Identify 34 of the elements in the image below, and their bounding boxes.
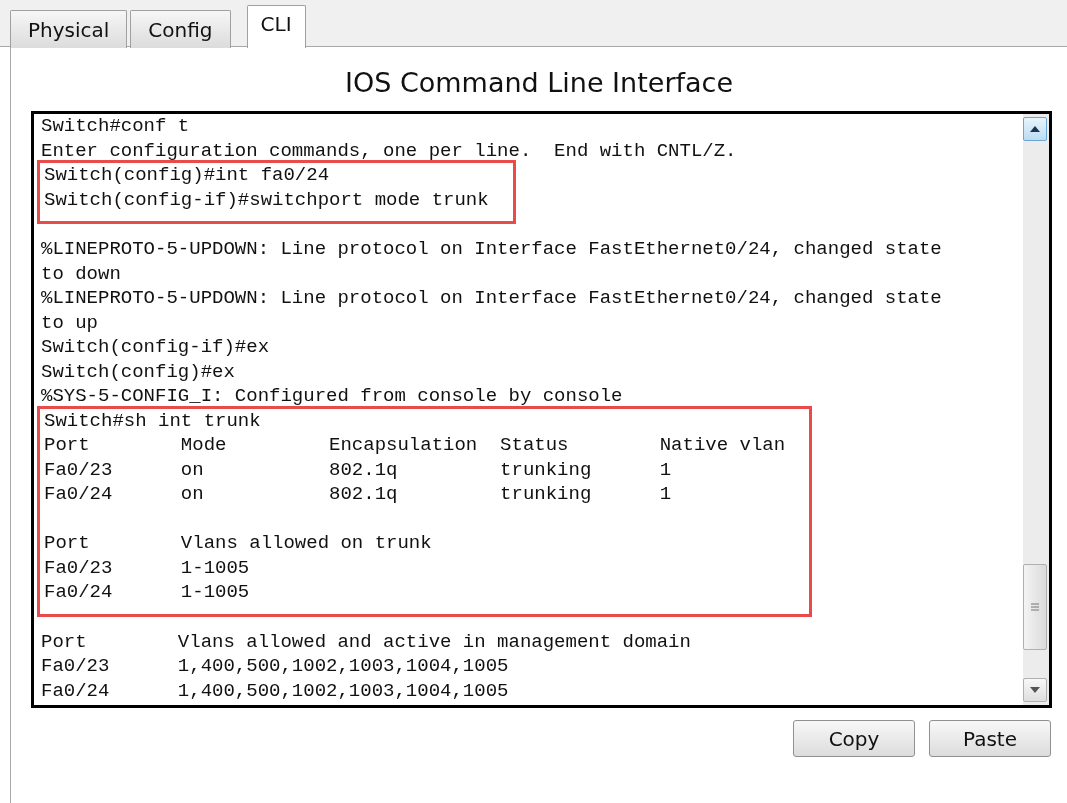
console-line: Switch(config-if)#ex [40, 335, 270, 360]
console-line: Switch(config)#int fa0/24 [43, 163, 330, 188]
console-line: Fa0/23 1-1005 [43, 555, 250, 580]
console-line: %LINEPROTO-5-UPDOWN: Line protocol on Interface FastEthernet0/24, changed state [40, 286, 942, 311]
tab[interactable]: Config [130, 10, 231, 48]
console-line: Switch(config)#ex [40, 359, 235, 384]
scroll-thumb[interactable] [1023, 564, 1047, 650]
console-line: to down [40, 261, 121, 286]
console-line: Fa0/24 1,400,500,1002,1003,1004,1005 [40, 678, 509, 703]
tab[interactable]: Physical [10, 10, 128, 48]
console-line: Enter configuration commands, one per line. End with CNTL/Z. [40, 138, 737, 163]
console-line: Fa0/24 1-1005 [43, 580, 250, 605]
grip-icon [1031, 603, 1039, 611]
console-line: Port Vlans allowed on trunk [43, 531, 432, 556]
console-line: to up [40, 310, 98, 335]
action-button[interactable]: Copy [793, 720, 915, 757]
console-line: Fa0/23 on 802.1q trunking 1 [43, 457, 672, 482]
console-line: Port Mode Encapsulation Status Native vlan [43, 433, 786, 458]
up-arrow-icon [1030, 126, 1040, 132]
scrollbar[interactable] [1023, 114, 1049, 705]
console-line: Switch#conf t [40, 114, 190, 139]
scroll-down-button[interactable] [1023, 678, 1047, 702]
console-line: %LINEPROTO-5-UPDOWN: Line protocol on Interface FastEthernet0/24, changed state [40, 237, 942, 262]
console-line: Switch(config-if)#switchport mode trunk [43, 187, 489, 212]
tab[interactable]: CLI [246, 5, 306, 48]
console-line: Fa0/23 1,400,500,1002,1003,1004,1005 [40, 654, 509, 679]
console-line: %SYS-5-CONFIG_I: Configured from console by console [40, 384, 623, 409]
action-button[interactable]: Paste [929, 720, 1051, 757]
console-line: Switch#sh int trunk [43, 408, 261, 433]
window-title: IOS Command Line Interface [344, 66, 734, 100]
console-line: Fa0/24 on 802.1q trunking 1 [43, 482, 672, 507]
scroll-up-button[interactable] [1023, 117, 1047, 141]
console-line: Port Vlans allowed and active in management domain [40, 629, 691, 654]
down-arrow-icon [1030, 687, 1040, 693]
